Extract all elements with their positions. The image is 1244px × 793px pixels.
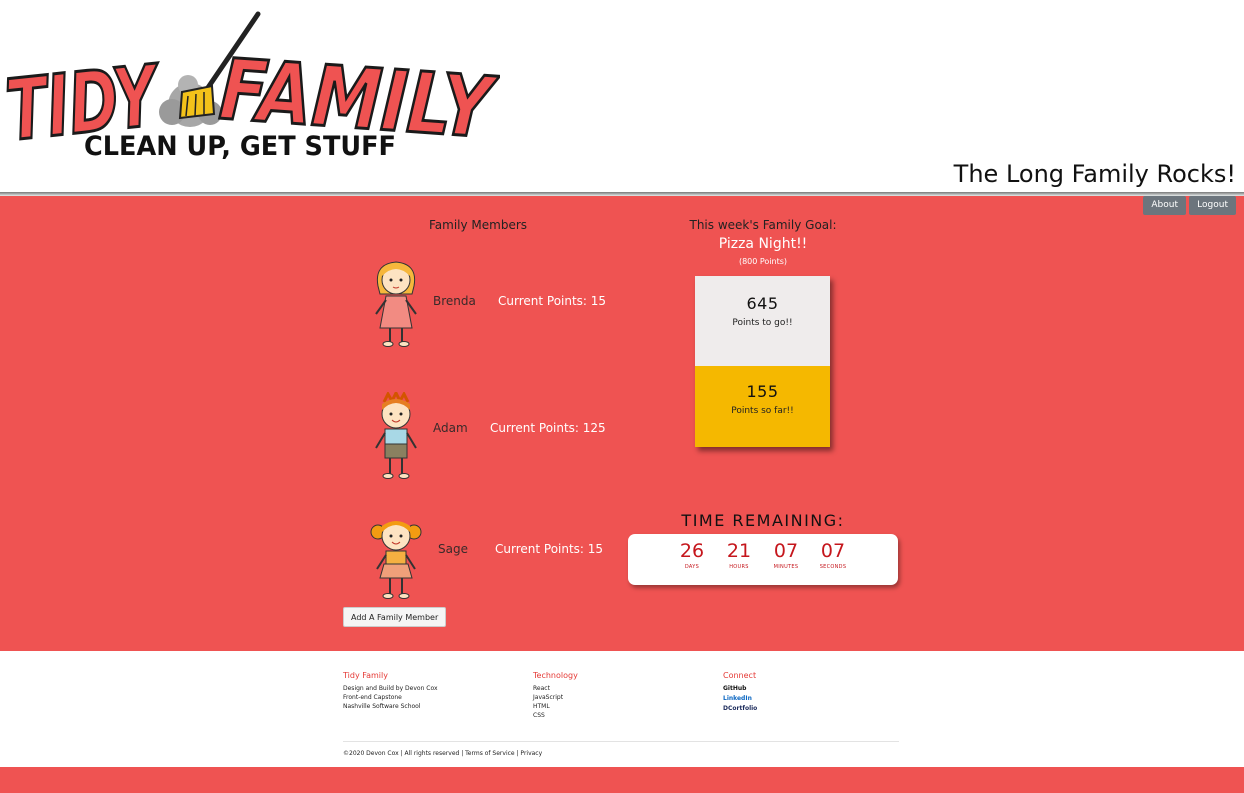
timer-seconds-value: 07 <box>820 540 846 562</box>
member-points: Current Points: 15 <box>498 294 607 308</box>
dashboard-main: About Logout Family Members Brenda Curre… <box>0 196 1244 651</box>
points-so-far-panel: 155 Points so far!! <box>695 366 830 447</box>
goal-heading: This week's Family Goal: <box>689 218 837 232</box>
footer-heading: Tidy Family <box>343 671 388 680</box>
bottom-band <box>0 767 1244 793</box>
points-so-far-label: Points so far!! <box>731 406 794 416</box>
member-name: Sage <box>438 542 468 556</box>
member-name: Brenda <box>433 294 476 308</box>
footer-line: JavaScript <box>533 694 564 701</box>
site-footer: Tidy Family Design and Build by Devon Co… <box>0 651 1244 767</box>
footer-col-about: Tidy Family Design and Build by Devon Co… <box>343 671 438 711</box>
countdown-timer: 26 DAYS 21 HOURS 07 MINUTES 07 SECONDS <box>628 534 898 585</box>
timer-hours-value: 21 <box>726 540 752 562</box>
member-card-adam[interactable]: Adam Current Points: 125 <box>360 392 620 492</box>
footer-line: Nashville Software School <box>343 703 421 710</box>
footer-col-connect: Connect GitHub LinkedIn DCortfolio <box>723 671 757 714</box>
about-button[interactable]: About <box>1143 196 1186 215</box>
member-card-sage[interactable]: Sage Current Points: 15 <box>360 514 620 614</box>
footer-col-technology: Technology React JavaScript HTML CSS <box>533 671 578 720</box>
footer-divider <box>343 741 899 742</box>
add-family-member-button[interactable]: Add A Family Member <box>343 607 447 627</box>
points-to-go-value: 645 <box>746 294 779 313</box>
tidy-family-logo[interactable]: TIDY FAMILY CLEAN UP, GET STUFF <box>0 0 500 175</box>
points-to-go-label: Points to go!! <box>732 318 793 328</box>
goal-points-note: (800 Points) <box>738 257 788 266</box>
family-slogan: The Long Family Rocks! <box>953 160 1236 188</box>
timer-days-label: DAYS <box>684 564 700 570</box>
goal-progress-card: 645 Points to go!! 155 Points so far!! <box>695 276 830 447</box>
points-so-far-value: 155 <box>746 382 779 401</box>
logout-button[interactable]: Logout <box>1189 196 1236 215</box>
timer-hours: 21 HOURS <box>719 540 759 570</box>
boy-avatar-icon <box>375 392 417 479</box>
svg-text:CLEAN UP, GET STUFF: CLEAN UP, GET STUFF <box>84 131 396 162</box>
portfolio-link[interactable]: DCortfolio <box>723 704 757 714</box>
member-name: Adam <box>433 421 468 435</box>
timer-minutes-value: 07 <box>773 540 799 562</box>
site-header: TIDY FAMILY CLEAN UP, GET STUFF The Long… <box>0 0 1244 195</box>
footer-heading: Technology <box>533 671 578 680</box>
points-to-go-panel: 645 Points to go!! <box>695 276 830 366</box>
linkedin-link[interactable]: LinkedIn <box>723 694 757 704</box>
timer-seconds-label: SECONDS <box>819 564 847 570</box>
footer-heading: Connect <box>723 671 757 680</box>
girl-avatar-icon <box>375 261 417 347</box>
footer-line: HTML <box>533 703 550 710</box>
footer-line: CSS <box>533 712 545 719</box>
timer-days-value: 26 <box>679 540 705 562</box>
copyright-text: ©2020 Devon Cox | All rights reserved | … <box>343 750 543 757</box>
goal-name: Pizza Night!! <box>718 236 808 252</box>
timer-hours-label: HOURS <box>729 564 749 570</box>
footer-line: Design and Build by Devon Cox <box>343 685 438 692</box>
timer-days: 26 DAYS <box>672 540 712 570</box>
time-remaining-heading: TIME REMAINING: <box>681 511 845 530</box>
family-members-heading: Family Members <box>428 218 528 232</box>
footer-line: React <box>533 685 550 692</box>
member-points: Current Points: 15 <box>495 542 604 556</box>
timer-minutes-label: MINUTES <box>773 564 799 570</box>
member-points: Current Points: 125 <box>490 421 606 435</box>
member-card-brenda[interactable]: Brenda Current Points: 15 <box>360 258 620 358</box>
timer-minutes: 07 MINUTES <box>766 540 806 570</box>
footer-line: Front-end Capstone <box>343 694 402 701</box>
girl-pigtails-avatar-icon <box>370 521 422 599</box>
github-link[interactable]: GitHub <box>723 684 757 694</box>
timer-seconds: 07 SECONDS <box>813 540 853 570</box>
